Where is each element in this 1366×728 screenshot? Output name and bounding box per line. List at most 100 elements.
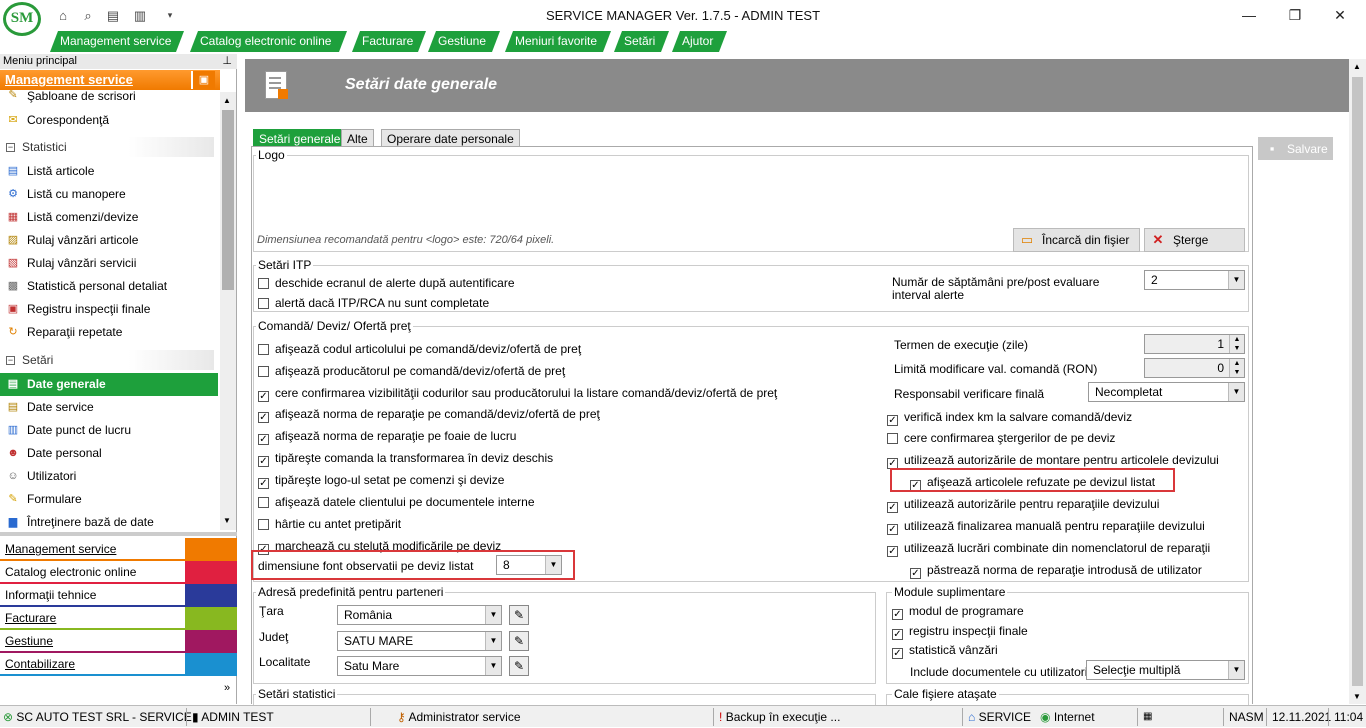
checkbox-box: ✓	[258, 434, 269, 445]
menu-management-service[interactable]: Management service	[50, 31, 184, 52]
menu-catalog[interactable]: Catalog electronic online	[190, 31, 347, 52]
chevron-down-icon: ▼	[485, 606, 501, 624]
itp-alerts-checkbox[interactable]: deschide ecranul de alerte după autentif…	[258, 276, 515, 290]
inspection-register-checkbox[interactable]: ✓ registru inspecţii finale	[892, 624, 1028, 640]
sidebar-item-service-data[interactable]: ▤ Date service	[0, 396, 218, 419]
close-icon[interactable]: ✕	[1325, 4, 1355, 26]
cmd-option-2[interactable]: afişează producătorul pe comandă/deviz/o…	[258, 364, 565, 378]
sidebar-item-general-data[interactable]: ▤ Date generale	[0, 373, 218, 396]
execution-term-spinner[interactable]: 1 ▲ ▼	[1144, 334, 1245, 354]
cmd-option-3[interactable]: ✓ cere confirmarea vizibilităţii codurilo…	[258, 386, 777, 402]
service-sales-icon: ▧	[7, 257, 19, 269]
scrollbar-thumb[interactable]	[222, 110, 234, 290]
house-icon: ⌂	[968, 710, 976, 724]
sales-stats-checkbox[interactable]: ✓ statistică vânzări	[892, 643, 998, 659]
scroll-up-icon[interactable]: ▲	[1353, 62, 1361, 71]
sidebar-item-letter-templates[interactable]: ✎ Şabloane de scrisori	[0, 86, 218, 106]
sidebar-item-users[interactable]: ☺ Utilizatori	[0, 465, 218, 488]
sidebar-item-db-maintenance[interactable]: ▆ Întreţinere bază de date	[0, 511, 218, 534]
sidebar-item-articles[interactable]: ▤ Listă articole	[0, 160, 218, 183]
scroll-up-icon[interactable]: ▲	[223, 96, 231, 105]
city-select[interactable]: Satu Mare ▼	[337, 656, 502, 676]
chevron-down-icon: ▼	[1228, 661, 1244, 679]
cmd-option-8[interactable]: afişează datele clientului pe documentel…	[258, 495, 535, 509]
scheduling-module-checkbox[interactable]: ✓ modul de programare	[892, 604, 1024, 620]
menu-facturare[interactable]: Facturare	[352, 31, 426, 52]
combined-works-checkbox[interactable]: ✓ utilizează lucrări combinate din nomenc…	[887, 541, 1210, 557]
menu-favorites[interactable]: Meniuri favorite	[505, 31, 611, 52]
status-date: 12.11.2021	[1272, 710, 1332, 724]
sidebar-item-inspections[interactable]: ▣ Registru inspecţii finale	[0, 298, 218, 321]
include-docs-select[interactable]: Selecţie multiplă ▼	[1086, 660, 1245, 680]
content-scrollbar[interactable]: ▲ ▼	[1349, 59, 1366, 704]
mount-authorizations-checkbox[interactable]: ✓ utilizează autorizările de montare pent…	[887, 453, 1219, 469]
minimize-icon[interactable]: —	[1234, 4, 1264, 26]
itp-weeks-label: Număr de săptămâni pre/post evaluare int…	[892, 275, 1100, 302]
verify-km-checkbox[interactable]: ✓ verifică index km la salvare comandă/de…	[887, 410, 1132, 426]
menu-gestiune[interactable]: Gestiune	[428, 31, 500, 52]
checkbox-box: ✓	[892, 609, 903, 620]
chevron-down-icon: ▼	[485, 657, 501, 675]
chevron-down-icon: ▼	[1228, 271, 1244, 289]
sidebar-item-repeat-repairs[interactable]: ↻ Reparaţii repetate	[0, 321, 218, 344]
sidebar-section-settings[interactable]: − Setări	[0, 350, 214, 370]
delete-logo-button[interactable]: ✕ Şterge	[1144, 228, 1245, 252]
cmd-option-9[interactable]: hârtie cu antet pretipărit	[258, 517, 401, 531]
menu-settings[interactable]: Setări	[614, 31, 669, 52]
cmd-option-4[interactable]: ✓ afişează norma de reparaţie pe comandă/…	[258, 407, 600, 423]
sidebar-item-staff-stats[interactable]: ▩ Statistică personal detaliat	[0, 275, 218, 298]
splitter[interactable]	[0, 532, 237, 536]
edit-country-icon[interactable]: ✎	[509, 605, 529, 625]
car-icon	[185, 538, 237, 561]
sidebar-item-correspondence[interactable]: ✉ Corespondenţă	[0, 109, 218, 132]
edit-county-icon[interactable]: ✎	[509, 631, 529, 651]
sidebar-item-labor[interactable]: ⚙ Listă cu manopere	[0, 183, 218, 206]
tab-other[interactable]: Alte	[341, 129, 374, 147]
scrollbar-thumb[interactable]	[1352, 77, 1363, 686]
page-title: Setări date generale	[345, 76, 498, 93]
logo-hint: Dimensiunea recomandată pentru <logo> es…	[257, 234, 555, 246]
spinner-arrows-icon[interactable]: ▲ ▼	[1229, 335, 1244, 353]
checkbox-box: ✓	[887, 415, 898, 426]
sidebar-item-personnel[interactable]: ☻ Date personal	[0, 442, 218, 465]
globe-icon: ◉	[1040, 710, 1051, 724]
itp-weeks-select[interactable]: 2 ▼	[1144, 270, 1245, 290]
scroll-down-icon[interactable]: ▼	[1353, 692, 1361, 701]
country-select[interactable]: România ▼	[337, 605, 502, 625]
tab-general-settings[interactable]: Setări generale	[253, 129, 347, 147]
cmd-option-1[interactable]: afişează codul articolului pe comandă/de…	[258, 342, 581, 356]
keep-norm-checkbox[interactable]: ✓ păstrează norma de reparaţie introdusă …	[910, 563, 1202, 579]
sidebar-section-statistics[interactable]: − Statistici	[0, 137, 214, 157]
manual-finalize-checkbox[interactable]: ✓ utilizează finalizarea manuală pentru r…	[887, 519, 1205, 535]
final-check-select[interactable]: Necompletat ▼	[1088, 382, 1245, 402]
sidebar-item-article-sales[interactable]: ▨ Rulaj vânzări articole	[0, 229, 218, 252]
sidebar-scrollbar[interactable]: ▲ ▼	[220, 92, 236, 530]
sidebar-item-orders[interactable]: ▦ Listă comenzi/devize	[0, 206, 218, 229]
save-button[interactable]: ▪ Salvare	[1258, 137, 1333, 160]
menu-help[interactable]: Ajutor	[672, 31, 727, 52]
confirm-delete-checkbox[interactable]: cere confirmarea ştergerilor de pe deviz	[887, 431, 1115, 445]
scroll-down-icon[interactable]: ▼	[223, 516, 231, 525]
tab-personal-data[interactable]: Operare date personale	[381, 129, 520, 147]
cmd-option-5[interactable]: ✓ afişează norma de reparaţie pe foaie de…	[258, 429, 516, 445]
limit-spinner[interactable]: 0 ▲ ▼	[1144, 358, 1245, 378]
sidebar-item-workplace[interactable]: ▥ Date punct de lucru	[0, 419, 218, 442]
cmd-option-6[interactable]: ✓ tipăreşte comanda la transformarea în d…	[258, 451, 553, 467]
status-role: ⚷ Administrator service	[397, 710, 521, 724]
repair-authorizations-checkbox[interactable]: ✓ utilizează autorizările pentru reparaţi…	[887, 497, 1159, 513]
modules-group-title: Module suplimentare	[892, 585, 1008, 599]
county-select[interactable]: SATU MARE ▼	[337, 631, 502, 651]
edit-city-icon[interactable]: ✎	[509, 656, 529, 676]
forms-icon: ✎	[8, 493, 18, 505]
sidebar-item-service-sales[interactable]: ▧ Rulaj vânzări servicii	[0, 252, 218, 275]
checkbox-box: ✓	[892, 629, 903, 640]
spinner-arrows-icon[interactable]: ▲ ▼	[1229, 359, 1244, 377]
chevron-down-icon: ▼	[1228, 383, 1244, 401]
expand-modules-icon[interactable]: »	[224, 682, 230, 694]
pin-icon[interactable]: ⊥	[222, 54, 232, 69]
cmd-option-7[interactable]: ✓ tipăreşte logo-ul setat pe comenzi şi d…	[258, 473, 504, 489]
itp-rca-checkbox[interactable]: alertă dacă ITP/RCA nu sunt completate	[258, 296, 489, 310]
maximize-icon[interactable]: ❐	[1280, 4, 1310, 26]
load-from-file-button[interactable]: ▭ Încarcă din fişier	[1013, 228, 1140, 252]
sidebar-item-forms[interactable]: ✎ Formulare	[0, 488, 218, 511]
